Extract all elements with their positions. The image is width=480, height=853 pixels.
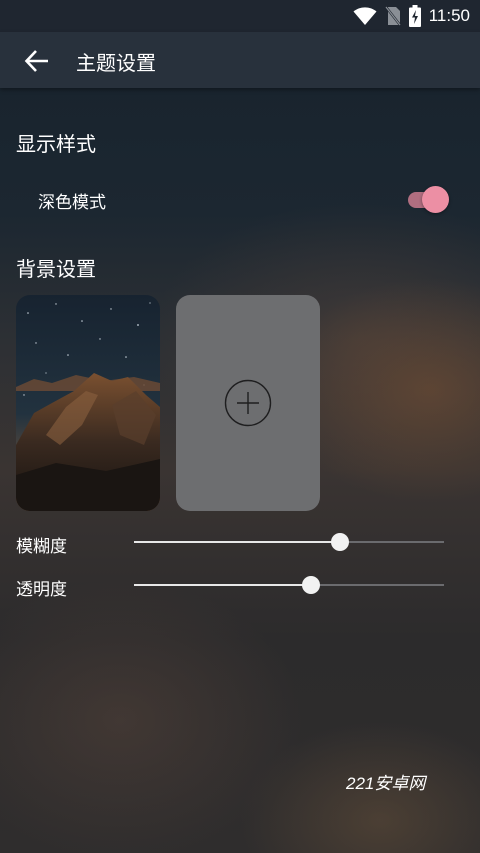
opacity-slider[interactable]	[134, 573, 444, 597]
mountain-night-sky-image	[16, 295, 160, 511]
dark-mode-toggle[interactable]	[406, 185, 452, 213]
back-button[interactable]	[22, 46, 52, 76]
toggle-thumb	[422, 186, 449, 213]
status-bar: 11:50	[0, 0, 480, 32]
dark-mode-label: 深色模式	[38, 193, 106, 213]
add-background-button[interactable]	[176, 295, 320, 511]
blur-label: 模糊度	[16, 537, 67, 557]
wifi-icon	[353, 7, 377, 25]
plus-circle-icon	[224, 379, 272, 427]
battery-charging-icon	[408, 5, 421, 27]
background-thumbnail[interactable]	[16, 295, 160, 511]
status-icons: 11:50	[353, 5, 470, 27]
slider-thumb[interactable]	[331, 533, 350, 551]
arrow-left-icon	[24, 50, 48, 72]
page-title: 主题设置	[76, 51, 156, 75]
watermark: 221安卓网	[346, 774, 426, 793]
app-bar: 主题设置	[0, 32, 480, 88]
blur-slider[interactable]	[134, 530, 444, 554]
display-style-heading: 显示样式	[16, 132, 96, 156]
status-time: 11:50	[428, 6, 470, 25]
slider-fill	[134, 584, 311, 586]
slider-thumb[interactable]	[301, 576, 320, 594]
no-sim-icon	[384, 6, 401, 26]
slider-fill	[134, 541, 341, 543]
background-settings-heading: 背景设置	[16, 257, 96, 281]
opacity-label: 透明度	[16, 580, 67, 600]
